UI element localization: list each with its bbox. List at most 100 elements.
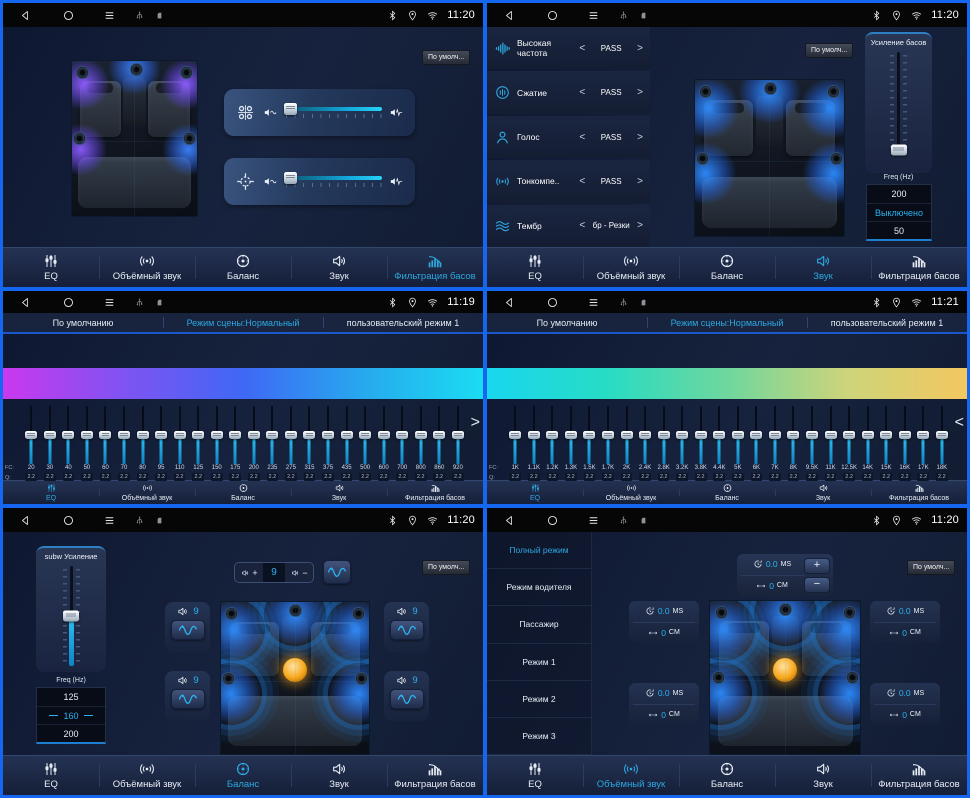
eq-band[interactable]: 50 2.2	[78, 406, 97, 481]
eq-band[interactable]: 375 2.2	[319, 406, 338, 481]
lpf-curve-button[interactable]	[390, 689, 424, 709]
eq-band[interactable]: 175 2.2	[226, 406, 245, 481]
freq-option[interactable]: 200	[867, 185, 931, 203]
tab-eq[interactable]: EQ	[3, 481, 99, 504]
delay-minus-button[interactable]: −	[804, 577, 830, 593]
tab-eq[interactable]: EQ	[487, 481, 583, 504]
tab-bass-filter[interactable]: Фильтрация басов	[871, 756, 967, 795]
eq-band[interactable]: 2.8K 2.2	[654, 406, 673, 481]
tab-sound[interactable]: Звук	[291, 248, 387, 287]
eq-preset[interactable]: По умолчанию	[487, 313, 647, 332]
eq-band[interactable]: 235 2.2	[263, 406, 282, 481]
slider-handle[interactable]	[509, 431, 521, 439]
eq-band[interactable]: 860 2.2	[430, 406, 449, 481]
chevron-left-icon[interactable]: <	[579, 176, 585, 187]
slider-handle[interactable]	[322, 431, 334, 439]
eq-band[interactable]: 1.7K 2.2	[599, 406, 618, 481]
tab-eq[interactable]: EQ	[3, 248, 99, 287]
back-icon[interactable]	[19, 514, 32, 527]
back-icon[interactable]	[19, 296, 32, 309]
home-icon[interactable]	[546, 514, 559, 527]
slider-handle[interactable]	[192, 431, 204, 439]
eq-band[interactable]: 15K 2.2	[877, 406, 896, 481]
slider-handle[interactable]	[25, 431, 37, 439]
eq-band[interactable]: 12.5K 2.2	[840, 406, 859, 481]
slider-handle[interactable]	[452, 431, 464, 439]
slider-handle[interactable]	[732, 431, 744, 439]
eq-band[interactable]: 5K 2.2	[729, 406, 748, 481]
slider-handle[interactable]	[81, 431, 93, 439]
surround-mode-item[interactable]: Пассажир	[487, 606, 591, 643]
back-icon[interactable]	[503, 514, 516, 527]
eq-band[interactable]: 8K 2.2	[784, 406, 803, 481]
slider-handle[interactable]	[899, 431, 911, 439]
tab-balance[interactable]: Баланс	[679, 756, 775, 795]
home-icon[interactable]	[546, 9, 559, 22]
home-icon[interactable]	[546, 296, 559, 309]
tab-bass-filter[interactable]: Фильтрация басов	[871, 248, 967, 287]
eq-band[interactable]: 920 2.2	[449, 406, 468, 481]
eq-band[interactable]: 60 2.2	[96, 406, 115, 481]
chevron-left-icon[interactable]: <	[579, 220, 585, 231]
tab-balance[interactable]: Баланс	[195, 756, 291, 795]
tab-surround[interactable]: Объёмный звук	[583, 756, 679, 795]
chevron-left-icon[interactable]: <	[579, 132, 585, 143]
slider-handle[interactable]	[284, 103, 297, 115]
eq-band[interactable]: 30 2.2	[41, 406, 60, 481]
corner-delay-control[interactable]: 0.0MS 0CM	[870, 601, 940, 643]
eq-band[interactable]: 9.5K 2.2	[803, 406, 822, 481]
slider-handle[interactable]	[639, 431, 651, 439]
eq-band[interactable]: 3.2K 2.2	[673, 406, 692, 481]
slider-handle[interactable]	[359, 431, 371, 439]
slider-handle[interactable]	[155, 431, 167, 439]
eq-band[interactable]: 2K 2.2	[617, 406, 636, 481]
menu-item-high-freq[interactable]: Высокая частота < PASS >	[487, 27, 650, 69]
eq-preset[interactable]: пользовательский режим 1	[807, 313, 967, 332]
eq-band[interactable]: 1.2K 2.2	[543, 406, 562, 481]
tab-sound[interactable]: Звук	[775, 248, 871, 287]
eq-band[interactable]: 7K 2.2	[766, 406, 785, 481]
tab-sound[interactable]: Звук	[291, 481, 387, 504]
slider-handle[interactable]	[658, 431, 670, 439]
slider-handle[interactable]	[695, 431, 707, 439]
eq-band[interactable]: 700 2.2	[393, 406, 412, 481]
chevron-right-icon[interactable]: >	[637, 132, 643, 143]
surround-mode-item[interactable]: Режим 3	[487, 718, 591, 755]
tab-balance[interactable]: Баланс	[679, 481, 775, 504]
bass-boost-slider[interactable]	[868, 52, 929, 154]
slider-handle[interactable]	[825, 431, 837, 439]
slider-handle[interactable]	[266, 431, 278, 439]
eq-band[interactable]: 11K 2.2	[821, 406, 840, 481]
slider-handle[interactable]	[528, 431, 540, 439]
back-icon[interactable]	[503, 296, 516, 309]
delay-plus-button[interactable]: +	[804, 558, 830, 574]
corner-delay-control[interactable]: 0.0MS 0CM	[629, 683, 699, 725]
slider-handle[interactable]	[862, 431, 874, 439]
eq-preset[interactable]: По умолчанию	[3, 313, 163, 332]
eq-band[interactable]: 2.4K 2.2	[636, 406, 655, 481]
tab-sound[interactable]: Звук	[775, 756, 871, 795]
eq-band[interactable]: 1.5K 2.2	[580, 406, 599, 481]
tab-sound[interactable]: Звук	[775, 481, 871, 504]
slider-handle[interactable]	[583, 431, 595, 439]
eq-band[interactable]: 4.4K 2.2	[710, 406, 729, 481]
eq-band[interactable]: 1.1K 2.2	[525, 406, 544, 481]
eq-band[interactable]: 435 2.2	[337, 406, 356, 481]
slider-handle[interactable]	[769, 431, 781, 439]
tab-bass-filter[interactable]: Фильтрация басов	[387, 756, 483, 795]
tab-bass-filter[interactable]: Фильтрация басов	[387, 481, 483, 504]
tab-surround[interactable]: Объёмный звук	[99, 756, 195, 795]
slider-handle[interactable]	[44, 431, 56, 439]
menu-icon[interactable]	[587, 296, 600, 309]
tab-surround[interactable]: Объёмный звук	[583, 248, 679, 287]
back-icon[interactable]	[19, 9, 32, 22]
slider-handle[interactable]	[211, 431, 223, 439]
tab-balance[interactable]: Баланс	[195, 481, 291, 504]
tab-balance[interactable]: Баланс	[195, 248, 291, 287]
eq-band[interactable]: 6K 2.2	[747, 406, 766, 481]
slider-handle[interactable]	[99, 431, 111, 439]
sub-filter-slider[interactable]	[286, 174, 382, 189]
chevron-left-icon[interactable]: <	[579, 87, 585, 98]
tab-bass-filter[interactable]: Фильтрация басов	[387, 248, 483, 287]
surround-mode-item[interactable]: Режим 1	[487, 644, 591, 681]
